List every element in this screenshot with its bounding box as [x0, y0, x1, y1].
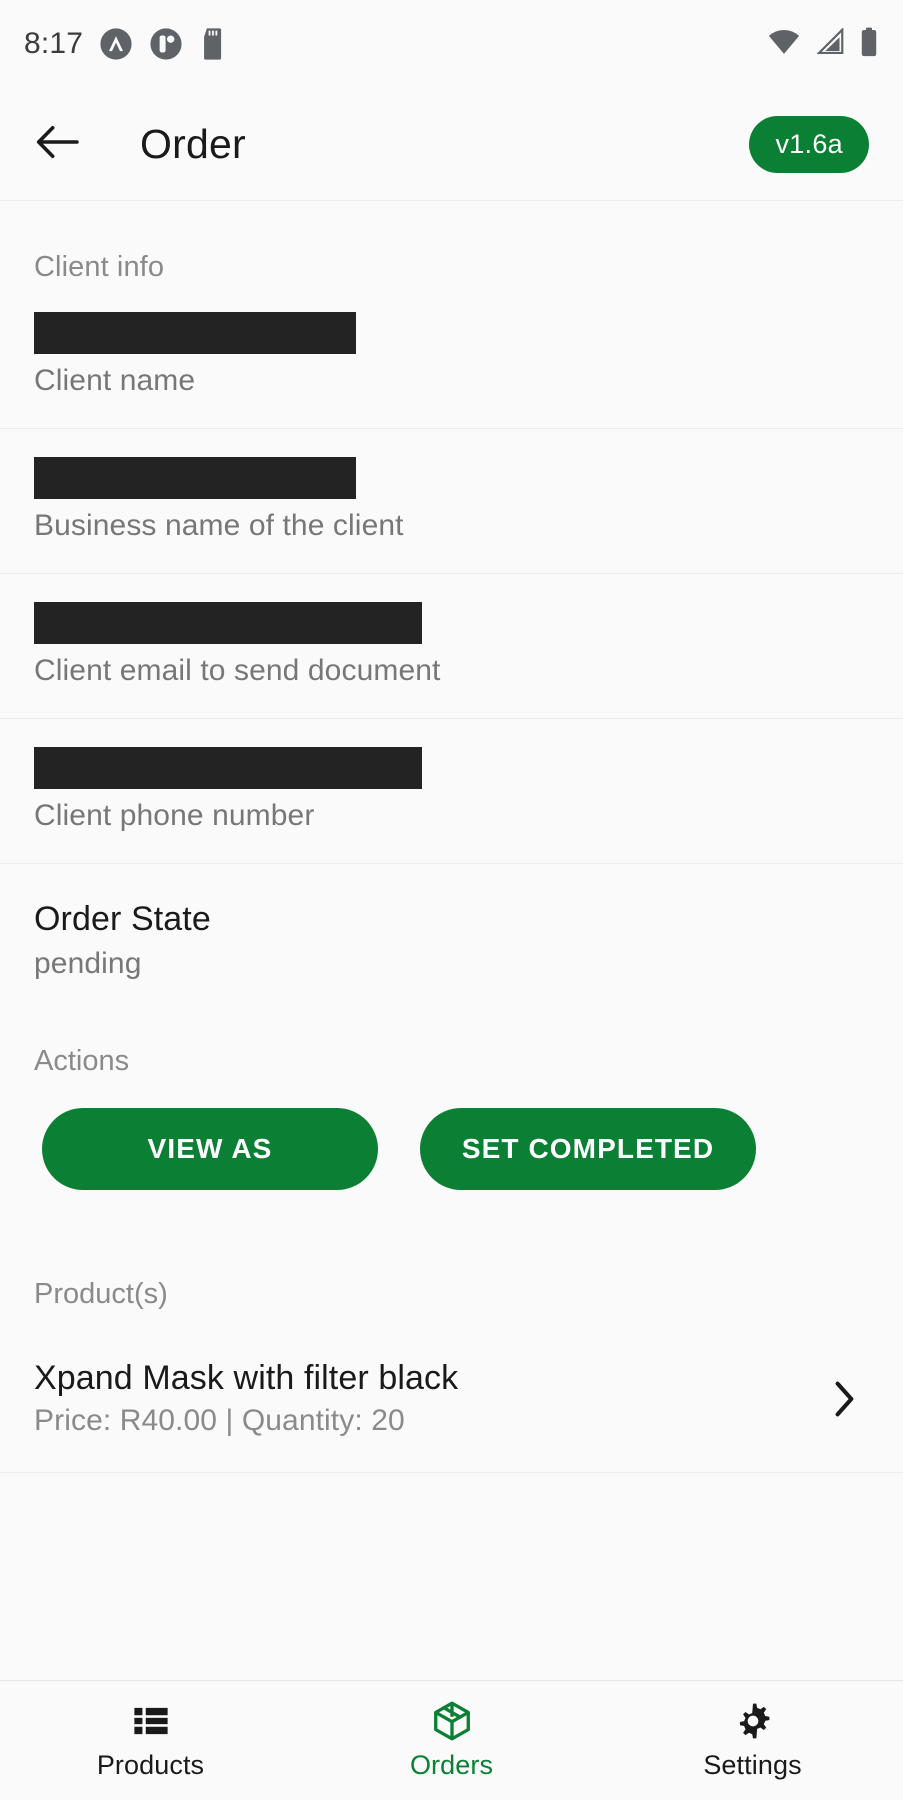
chevron-right-icon[interactable] [827, 1376, 861, 1422]
product-price-quantity: Price: R40.00 | Quantity: 20 [34, 1404, 405, 1437]
order-state-title: Order State [34, 900, 211, 938]
list-view-icon [130, 1700, 172, 1742]
view-as-button[interactable]: VIEW AS [42, 1108, 378, 1190]
app-bar: Order v1.6a [0, 88, 903, 201]
nav-label-orders: Orders [409, 1750, 494, 1780]
arrow-left-icon [35, 124, 81, 165]
set-completed-button[interactable]: SET COMPLETED [420, 1108, 756, 1190]
nav-label-settings: Settings [703, 1750, 802, 1780]
page-title: Order [140, 120, 246, 167]
status-bar: 8:17 [0, 0, 903, 88]
version-badge[interactable]: v1.6a [749, 115, 869, 173]
client-phone-row[interactable]: Client phone number [0, 719, 903, 864]
client-name-redacted-value [34, 312, 356, 354]
client-phone-label: Client phone number [34, 799, 315, 832]
actions-row: VIEW AS SET COMPLETED [0, 1078, 903, 1190]
status-bar-right [767, 26, 879, 62]
back-button[interactable] [30, 116, 86, 172]
client-name-label: Client name [34, 364, 196, 397]
nav-item-orders[interactable]: Orders [301, 1700, 602, 1781]
wifi-icon [767, 28, 801, 61]
client-email-row[interactable]: Client email to send document [0, 574, 903, 719]
business-name-row[interactable]: Business name of the client [0, 429, 903, 574]
app-screen: 8:17 Order v1.6a Client info Client name… [0, 0, 903, 1800]
business-name-label: Business name of the client [34, 509, 404, 542]
cellular-signal-icon [815, 26, 845, 61]
box-cube-icon [431, 1700, 473, 1742]
product-list-item[interactable]: Xpand Mask with filter black Price: R40.… [0, 1311, 903, 1473]
main-content: Client info Client name Business name of… [0, 201, 903, 1680]
status-bar-left: 8:17 [24, 27, 233, 61]
product-name: Xpand Mask with filter black [34, 1359, 459, 1397]
bottom-navigation-bar: Products Orders Settings [0, 1680, 903, 1800]
client-email-redacted-value [34, 602, 422, 644]
product-texts: Xpand Mask with filter black Price: R40.… [34, 1359, 827, 1438]
order-state-value: pending [34, 947, 142, 980]
products-section-label: Product(s) [34, 1278, 168, 1310]
client-phone-redacted-value [34, 747, 422, 789]
nav-item-products[interactable]: Products [0, 1700, 301, 1781]
status-bar-clock: 8:17 [24, 27, 84, 60]
nav-label-products: Products [96, 1750, 205, 1780]
business-name-redacted-value [34, 457, 356, 499]
battery-icon [859, 27, 879, 62]
client-name-row[interactable]: Client name [0, 284, 903, 429]
gear-icon [732, 1700, 774, 1742]
actions-section-label: Actions [34, 1045, 130, 1077]
order-state-block: Order State pending [0, 864, 903, 981]
nav-item-settings[interactable]: Settings [602, 1700, 903, 1781]
client-info-section-label: Client info [34, 251, 165, 283]
app-badge-icon [99, 27, 133, 61]
app-partial-icon [149, 27, 183, 61]
client-email-label: Client email to send document [34, 654, 441, 687]
sd-card-icon [199, 27, 233, 61]
